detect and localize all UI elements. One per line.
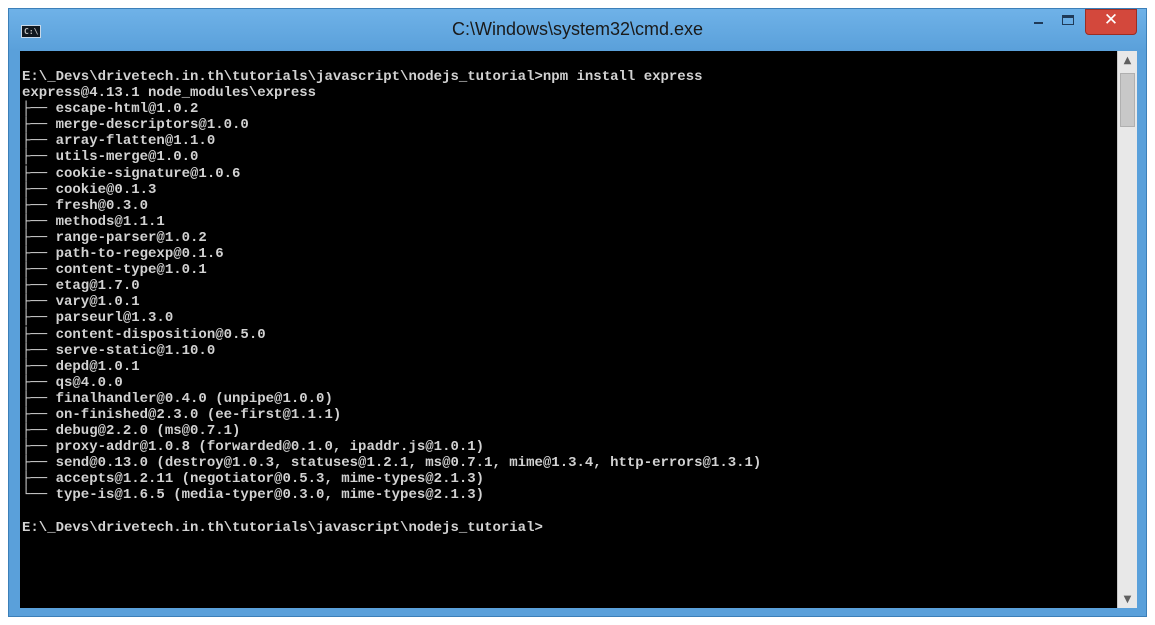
console-line: express@4.13.1 node_modules\express: [22, 85, 317, 102]
vertical-scrollbar[interactable]: ▲ ▼: [1117, 51, 1137, 610]
maximize-button[interactable]: [1053, 9, 1083, 35]
console-line: ├── depd@1.0.1: [22, 358, 140, 375]
console-line: ├── accepts@1.2.11 (negotiator@0.5.3, mi…: [22, 471, 485, 488]
scroll-down-icon[interactable]: ▼: [1118, 590, 1137, 610]
console-line: ├── send@0.13.0 (destroy@1.0.3, statuses…: [22, 455, 762, 472]
console-line: └── type-is@1.6.5 (media-typer@0.3.0, mi…: [22, 487, 485, 504]
console-line: ├── path-to-regexp@0.1.6: [22, 246, 224, 263]
console-output[interactable]: E:\_Devs\drivetech.in.th\tutorials\javas…: [20, 51, 1117, 610]
minimize-button[interactable]: [1023, 9, 1053, 35]
minimize-icon: [1034, 22, 1043, 24]
console-line: ├── parseurl@1.3.0: [22, 310, 174, 327]
console-line: ├── cookie@0.1.3: [22, 181, 157, 198]
console-line: ├── vary@1.0.1: [22, 294, 140, 311]
window-bottom-border: [9, 608, 1146, 616]
console-line: ├── content-disposition@0.5.0: [22, 326, 266, 343]
console-line: ├── cookie-signature@1.0.6: [22, 165, 241, 182]
title-bar[interactable]: C:\ C:\Windows\system32\cmd.exe ✕: [9, 9, 1146, 51]
console-text: E:\_Devs\drivetech.in.th\tutorials\javas…: [22, 69, 761, 536]
console-line: ├── etag@1.7.0: [22, 278, 140, 295]
maximize-icon: [1062, 15, 1074, 25]
console-line: ├── on-finished@2.3.0 (ee-first@1.1.1): [22, 406, 342, 423]
console-line: ├── content-type@1.0.1: [22, 262, 207, 279]
console-line: ├── array-flatten@1.1.0: [22, 133, 216, 150]
cmd-window: C:\ C:\Windows\system32\cmd.exe ✕ E:\_De…: [8, 8, 1147, 617]
close-icon: ✕: [1103, 10, 1119, 30]
console-line: ├── debug@2.2.0 (ms@0.7.1): [22, 423, 241, 440]
console-line: ├── qs@4.0.0: [22, 374, 123, 391]
console-line: ├── fresh@0.3.0: [22, 197, 149, 214]
console-line: ├── escape-html@1.0.2: [22, 101, 199, 118]
console-line: ├── utils-merge@1.0.0: [22, 149, 199, 166]
scroll-up-icon[interactable]: ▲: [1118, 51, 1137, 71]
console-line: ├── methods@1.1.1: [22, 213, 165, 230]
console-prompt-line: E:\_Devs\drivetech.in.th\tutorials\javas…: [22, 519, 543, 536]
console-line: ├── serve-static@1.10.0: [22, 342, 216, 359]
console-line: ├── proxy-addr@1.0.8 (forwarded@0.1.0, i…: [22, 439, 485, 456]
console-line: ├── merge-descriptors@1.0.0: [22, 117, 249, 134]
console-line: ├── finalhandler@0.4.0 (unpipe@1.0.0): [22, 390, 333, 407]
close-button[interactable]: ✕: [1085, 9, 1137, 35]
console-line: ├── range-parser@1.0.2: [22, 229, 207, 246]
console-line: E:\_Devs\drivetech.in.th\tutorials\javas…: [22, 69, 703, 85]
window-title: C:\Windows\system32\cmd.exe: [451, 19, 704, 39]
scrollbar-thumb[interactable]: [1120, 73, 1135, 127]
